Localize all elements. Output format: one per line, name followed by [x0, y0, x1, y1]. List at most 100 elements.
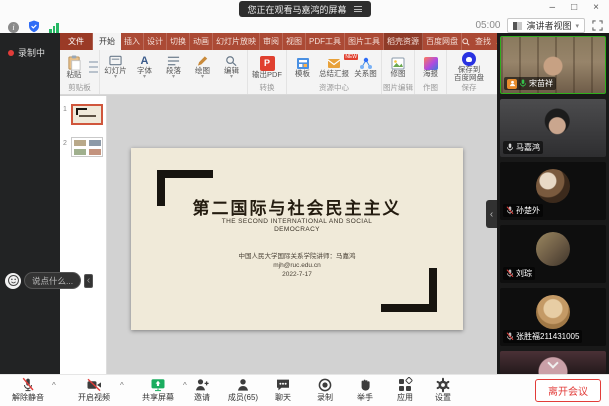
participant-tile-presenter[interactable]: 马嘉鸿: [500, 99, 606, 157]
poster-button[interactable]: 海报: [416, 57, 445, 78]
avatar: [536, 295, 570, 329]
minimize-button[interactable]: –: [550, 0, 556, 16]
tab-view[interactable]: 视图: [283, 33, 306, 50]
find-label[interactable]: 查找: [475, 36, 491, 47]
summary-report-button[interactable]: NEW 总结汇报: [317, 57, 351, 78]
record-dot-icon: [8, 50, 14, 56]
recording-label: 录制中: [18, 46, 45, 59]
slide-email: mjh@ruc.edu.cn: [131, 261, 463, 270]
slide: 第二国际与社会民主主义 THE SECOND INTERNATIONAL AND…: [131, 148, 463, 330]
security-shield-icon[interactable]: [28, 20, 40, 33]
invite-button[interactable]: 邀请: [180, 377, 224, 402]
chat-icon: [275, 377, 291, 393]
emoji-smiley-icon[interactable]: [5, 273, 21, 289]
export-pdf-label: 输出PDF: [252, 71, 282, 79]
export-pdf-button[interactable]: P 输出PDF: [249, 56, 285, 79]
avatar: [536, 169, 570, 203]
paste-label: 粘贴: [67, 71, 82, 79]
tab-review[interactable]: 审阅: [260, 33, 283, 50]
slide-thumbnail[interactable]: [71, 137, 103, 157]
layout-view-button[interactable]: 演讲者视图 ▾: [507, 18, 585, 33]
tab-design[interactable]: 设计: [144, 33, 167, 50]
ribbon-group-draw: 海报 作图: [415, 50, 447, 94]
save-to-netdisk-button[interactable]: 保存到 百度网盘: [448, 52, 490, 82]
mic-on-icon: [519, 79, 527, 88]
participants-sidebar: 宋苗祥 马嘉鸿 孙楚外 刘琮: [497, 33, 609, 374]
relation-chart-label: 关系图: [354, 70, 377, 78]
mic-options-caret[interactable]: ^: [52, 381, 56, 390]
collapse-videos-button[interactable]: [545, 359, 561, 369]
invite-icon: [194, 377, 210, 393]
share-screen-icon: [150, 377, 166, 393]
pdf-icon: P: [260, 56, 275, 71]
layout-view-label: 演讲者视图: [526, 19, 571, 32]
cut-copy-icons[interactable]: [89, 61, 98, 73]
pill-menu-icon[interactable]: [354, 6, 362, 12]
photo-edit-button[interactable]: 修图: [384, 57, 413, 78]
tab-docer-resources[interactable]: 稻壳资源: [384, 33, 423, 50]
tab-pdf-tools[interactable]: PDF工具: [306, 33, 345, 50]
tab-home-active[interactable]: 开始: [93, 33, 121, 50]
clipboard-group-label: 剪贴板: [61, 83, 98, 94]
search-icon[interactable]: [462, 38, 470, 46]
tab-animation[interactable]: 动画: [190, 33, 213, 50]
slide-icon: [109, 55, 122, 67]
leave-meeting-button[interactable]: 离开会议: [535, 379, 601, 402]
thumb-number-1: 1: [63, 106, 67, 113]
tab-slideshow[interactable]: 幻灯片放映: [213, 33, 260, 50]
quick-chat-input[interactable]: 说点什么...: [24, 272, 81, 289]
edit-button[interactable]: 编辑 ▾: [217, 55, 246, 80]
raise-hand-button[interactable]: 举手: [343, 377, 387, 402]
mic-muted-icon: [506, 332, 514, 341]
relation-chart-button[interactable]: 关系图: [351, 57, 380, 78]
share-screen-button[interactable]: 共享屏幕: [136, 377, 180, 402]
participant-tile-host[interactable]: 宋苗祥: [500, 36, 606, 94]
ppt-content: 1 2 第二国际与社会民主主义 THE SECOND INTERNATIONAL…: [60, 96, 497, 374]
tab-picture-tools[interactable]: 图片工具: [345, 33, 384, 50]
sidebar-collapse-handle[interactable]: ‹: [486, 200, 497, 228]
unmute-button[interactable]: 解除静音: [6, 377, 50, 402]
slide-subtitle-en-1: THE SECOND INTERNATIONAL AND SOCIAL: [131, 218, 463, 226]
meeting-timer: 05:00: [475, 20, 500, 31]
slides-button[interactable]: 幻灯片 ▾: [101, 55, 130, 80]
watching-screen-pill[interactable]: 您正在观看马嘉鸿的屏幕: [238, 1, 370, 17]
chat-button[interactable]: 聊天: [261, 377, 305, 402]
tab-insert[interactable]: 插入: [121, 33, 144, 50]
tab-transition[interactable]: 切换: [167, 33, 190, 50]
settings-button[interactable]: 设置: [421, 377, 465, 402]
paragraph-button[interactable]: 段落 ▾: [159, 55, 188, 80]
participant-tile[interactable]: 刘琮: [500, 225, 606, 283]
network-signal-icon[interactable]: [49, 22, 59, 33]
mic-on-icon: [506, 143, 514, 152]
draw-button[interactable]: 绘图 ▾: [188, 55, 217, 80]
fullscreen-icon[interactable]: [592, 20, 603, 31]
font-button[interactable]: A 字体 ▾: [130, 55, 159, 80]
layout-view-icon: [513, 22, 522, 30]
slide-subtitle-en: THE SECOND INTERNATIONAL AND SOCIAL DEMO…: [131, 218, 463, 234]
maximize-button[interactable]: □: [571, 0, 577, 16]
participant-name: 刘琮: [516, 268, 532, 279]
tab-file[interactable]: 文件: [60, 33, 93, 50]
participant-tile[interactable]: 孙楚外: [500, 162, 606, 220]
info-icon[interactable]: i: [8, 22, 19, 33]
poster-label: 海报: [423, 70, 438, 78]
chevron-down-icon: [547, 357, 558, 368]
header-status-icons: i: [8, 20, 59, 33]
participant-tile-partial[interactable]: [500, 351, 606, 374]
close-button[interactable]: ×: [593, 0, 599, 16]
start-video-button[interactable]: 开启视频: [72, 377, 116, 402]
slide-date: 2022-7-17: [131, 270, 463, 279]
convert-group-label: 转换: [249, 83, 285, 94]
video-options-caret[interactable]: ^: [120, 381, 124, 390]
members-button[interactable]: 成员(65): [221, 377, 265, 402]
chevron-down-icon: ▾: [575, 22, 579, 30]
chat-collapse-handle[interactable]: ‹: [84, 274, 93, 288]
paste-button[interactable]: 粘贴: [61, 55, 87, 79]
tab-baidu-netdisk[interactable]: 百度网盘: [423, 33, 462, 50]
chat-label: 聊天: [275, 393, 291, 402]
save-netdisk-label-2: 百度网盘: [454, 74, 484, 82]
slide-thumbnail-selected[interactable]: [71, 104, 103, 125]
record-button[interactable]: 录制: [303, 377, 347, 402]
participant-tile[interactable]: 张胜福211431005: [500, 288, 606, 346]
template-button[interactable]: 模板: [288, 57, 317, 78]
